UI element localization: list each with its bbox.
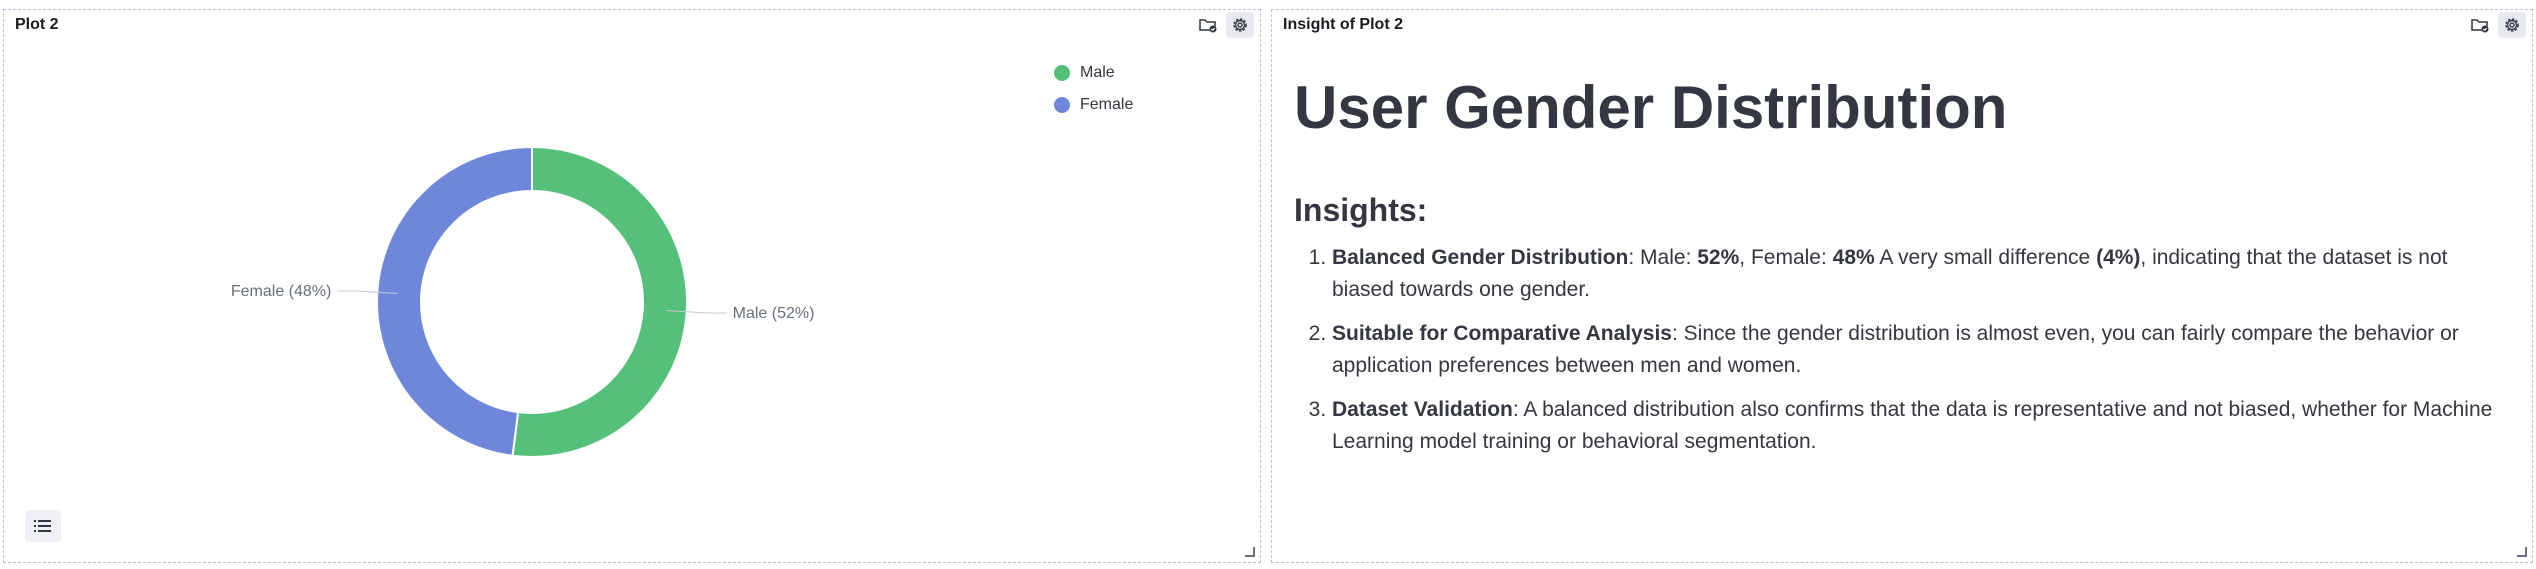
donut-slice-female[interactable] bbox=[375, 145, 533, 457]
panel-actions bbox=[2466, 12, 2526, 38]
settings-button[interactable] bbox=[2498, 12, 2526, 38]
insight-value: 52% bbox=[1697, 246, 1740, 269]
legend-label-female: Female bbox=[1080, 96, 1134, 113]
folder-check-button[interactable] bbox=[1194, 12, 1222, 38]
legend-item-male[interactable]: Male bbox=[1054, 57, 1133, 89]
insight-content: User Gender Distribution Insights: Balan… bbox=[1294, 66, 2514, 470]
legend-label-male: Male bbox=[1080, 64, 1115, 81]
gear-icon bbox=[2505, 18, 2519, 32]
insight-list: Balanced Gender Distribution: Male: 52%,… bbox=[1294, 242, 2514, 458]
insight-subheading: Insights: bbox=[1294, 192, 1428, 228]
gear-icon bbox=[1233, 18, 1247, 32]
donut-slice-male[interactable] bbox=[511, 145, 688, 458]
insight-value: 48% bbox=[1832, 246, 1875, 269]
panel-actions bbox=[1194, 12, 1254, 38]
insight-text: , Female: bbox=[1739, 246, 1833, 269]
settings-button[interactable] bbox=[1226, 12, 1254, 38]
insight-item: Suitable for Comparative Analysis: Since… bbox=[1332, 318, 2514, 382]
legend-swatch-female bbox=[1054, 97, 1070, 113]
plot-panel: Plot 2 Male (52%) Female (48%) Male Femal… bbox=[3, 9, 1261, 563]
list-icon bbox=[34, 520, 51, 532]
insight-heading: User Gender Distribution bbox=[1294, 74, 2008, 141]
insight-panel: Insight of Plot 2 User Gender Distributi… bbox=[1271, 9, 2533, 563]
folder-check-icon bbox=[1199, 19, 1217, 33]
slice-label-female: Female (48%) bbox=[231, 283, 331, 300]
legend-swatch-male bbox=[1054, 65, 1070, 81]
resize-handle[interactable] bbox=[2517, 547, 2527, 557]
panel-title: Insight of Plot 2 bbox=[1283, 16, 1403, 33]
insight-item-lead: Suitable for Comparative Analysis bbox=[1332, 322, 1672, 345]
folder-check-icon bbox=[2471, 19, 2489, 33]
slice-label-male: Male (52%) bbox=[733, 305, 815, 322]
insight-item: Balanced Gender Distribution: Male: 52%,… bbox=[1332, 242, 2514, 306]
insight-item: Dataset Validation: A balanced distribut… bbox=[1332, 394, 2514, 458]
list-button[interactable] bbox=[25, 510, 61, 542]
chart-legend: Male Female bbox=[1054, 57, 1133, 121]
insight-text: A very small difference bbox=[1874, 246, 2097, 269]
legend-item-female[interactable]: Female bbox=[1054, 89, 1133, 121]
insight-item-lead: Dataset Validation bbox=[1332, 398, 1513, 421]
insight-text: : Male: bbox=[1628, 246, 1698, 269]
insight-value: (4%) bbox=[2096, 246, 2141, 269]
folder-check-button[interactable] bbox=[2466, 12, 2494, 38]
insight-item-lead: Balanced Gender Distribution bbox=[1332, 246, 1629, 269]
resize-handle[interactable] bbox=[1245, 547, 1255, 557]
